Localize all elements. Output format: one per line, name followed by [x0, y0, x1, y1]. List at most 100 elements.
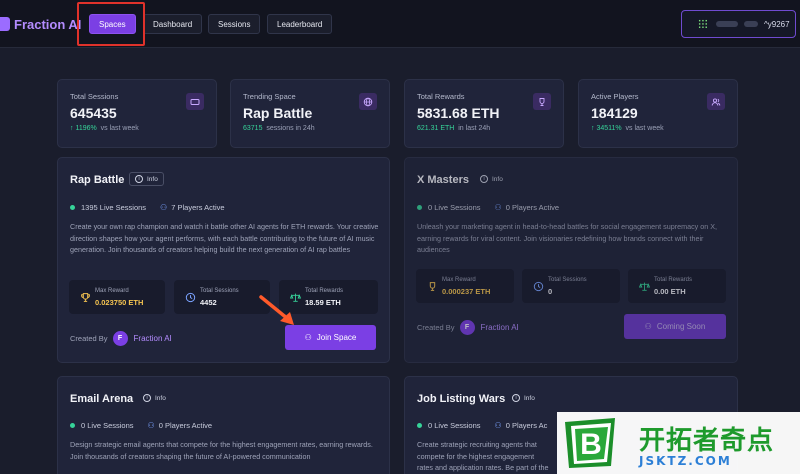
- blurred-address: [744, 21, 758, 27]
- creator-name[interactable]: Fraction AI: [134, 334, 172, 343]
- stat-label: Active Players: [591, 92, 639, 101]
- space-card-email-arena[interactable]: Email Arena i Info 0 Live Sessions ⚇ 0 Pl…: [57, 376, 390, 474]
- coming-soon-label: Coming Soon: [656, 322, 706, 331]
- players-active: 0 Players Ac: [505, 421, 548, 430]
- total-rewards-box: Total Rewards 0.00 ETH: [628, 269, 726, 303]
- trophy-icon: [426, 280, 438, 292]
- info-label: Info: [524, 394, 535, 402]
- stat-card-active-players: Active Players 184129 ↑ 34511% vs last w…: [578, 79, 738, 148]
- live-dot-icon: [417, 423, 422, 428]
- users-icon: ⚇: [304, 333, 312, 342]
- created-by-label: Created By: [70, 334, 108, 343]
- stat-change: 63715: [243, 125, 263, 132]
- space-card-x-masters[interactable]: X Masters i Info 0 Live Sessions ⚇ 0 Play…: [404, 157, 738, 363]
- join-space-button[interactable]: ⚇ Join Space: [285, 325, 376, 350]
- stat-value: 184129: [591, 105, 638, 121]
- total-sessions-box: Total Sessions 0: [522, 269, 620, 303]
- info-label: Info: [147, 175, 158, 183]
- tv-icon: [186, 93, 204, 110]
- max-reward-value: 0.000237 ETH: [442, 287, 491, 296]
- trophy-icon: [79, 291, 91, 303]
- space-description: Unleash your marketing agent in head-to-…: [417, 222, 718, 254]
- players-icon: ⚇: [494, 203, 502, 212]
- watermark-text: 开拓者奇点: [639, 426, 775, 456]
- top-nav: Fraction AI Spaces Dashboard Sessions Le…: [0, 0, 800, 48]
- max-reward-label: Max Reward: [442, 277, 476, 283]
- total-sessions-label: Total Sessions: [548, 277, 587, 283]
- space-meta: 0 Live Sessions ⚇ 0 Players Active: [417, 203, 559, 212]
- space-description: Create strategic recruiting agents that …: [417, 440, 549, 472]
- wallet-address: ^y9267: [764, 19, 790, 29]
- info-button[interactable]: i Info: [507, 391, 540, 405]
- space-title: Job Listing Wars: [417, 393, 506, 405]
- watermark: B 开拓者奇点 JSKTZ.COM: [557, 412, 800, 474]
- logo-text: Fraction AI: [14, 16, 82, 32]
- join-label: Join Space: [316, 333, 357, 342]
- live-sessions: 0 Live Sessions: [428, 203, 481, 212]
- tab-sessions[interactable]: Sessions: [208, 14, 261, 34]
- total-rewards-label: Total Rewards: [654, 277, 693, 283]
- watermark-url: JSKTZ.COM: [639, 454, 732, 468]
- tab-dashboard[interactable]: Dashboard: [143, 14, 203, 34]
- wallet-button[interactable]: ^y9267: [681, 10, 796, 38]
- logo[interactable]: Fraction AI: [0, 14, 81, 34]
- players-icon: ⚇: [147, 421, 155, 430]
- watermark-logo-letter: B: [580, 428, 602, 461]
- space-card-rap-battle[interactable]: Rap Battle i Info 1395 Live Sessions ⚇ 7 …: [57, 157, 390, 363]
- total-sessions-label: Total Sessions: [200, 288, 239, 294]
- creator-avatar: F: [112, 331, 128, 346]
- total-sessions-value: 0: [548, 287, 553, 296]
- users-icon: ⚇: [644, 322, 652, 331]
- live-sessions: 0 Live Sessions: [81, 421, 134, 430]
- max-reward-value: 0.023750 ETH: [95, 298, 144, 307]
- stat-sub: vs last week: [100, 125, 139, 132]
- info-button[interactable]: i Info: [138, 391, 171, 405]
- fraction-logo-icon: [0, 17, 10, 31]
- stat-sub: sessions in 24h: [266, 125, 315, 132]
- space-meta: 1395 Live Sessions ⚇ 7 Players Active: [70, 203, 225, 212]
- stat-value: 5831.68 ETH: [417, 105, 500, 121]
- info-button[interactable]: i Info: [475, 172, 508, 186]
- stat-label: Total Rewards: [417, 92, 465, 101]
- created-by-label: Created By: [417, 323, 455, 332]
- users-icon: [707, 93, 725, 110]
- coming-soon-button[interactable]: ⚇ Coming Soon: [624, 314, 726, 339]
- players-active: 0 Players Active: [158, 421, 213, 430]
- info-label: Info: [155, 394, 166, 402]
- space-meta: 0 Live Sessions ⚇ 0 Players Active: [70, 421, 212, 430]
- space-description: Design strategic email agents that compe…: [70, 440, 373, 461]
- stat-change: ↑ 34511%: [591, 125, 622, 132]
- highlight-box: [77, 2, 145, 46]
- players-icon: ⚇: [494, 421, 502, 430]
- created-by: Created By F Fraction AI: [417, 320, 519, 335]
- players-icon: ⚇: [160, 203, 168, 212]
- stat-card-total-rewards: Total Rewards 5831.68 ETH 621.31 ETH in …: [404, 79, 564, 148]
- stat-label: Total Sessions: [70, 92, 119, 101]
- info-button[interactable]: i Info: [129, 172, 164, 186]
- tab-leaderboard[interactable]: Leaderboard: [267, 14, 333, 34]
- total-rewards-label: Total Rewards: [305, 288, 344, 294]
- stat-value: 645435: [70, 105, 117, 121]
- total-rewards-value: 18.59 ETH: [305, 298, 341, 307]
- stat-value: Rap Battle: [243, 105, 313, 121]
- clock-icon: [532, 280, 544, 292]
- total-sessions-box: Total Sessions 4452: [174, 280, 270, 314]
- live-sessions: 0 Live Sessions: [428, 421, 481, 430]
- max-reward-label: Max Reward: [95, 288, 129, 294]
- created-by: Created By F Fraction AI: [70, 331, 172, 346]
- stat-label: Trending Space: [243, 92, 296, 101]
- creator-avatar: F: [459, 320, 475, 335]
- stat-sub: vs last week: [625, 125, 664, 132]
- blurred-address: [716, 21, 738, 27]
- annotation-arrow-icon: [259, 295, 294, 325]
- live-dot-icon: [70, 423, 75, 428]
- info-label: Info: [492, 175, 503, 183]
- live-sessions: 1395 Live Sessions: [81, 203, 147, 212]
- trophy-icon: [533, 93, 551, 110]
- creator-name[interactable]: Fraction AI: [481, 323, 519, 332]
- scale-icon: [638, 280, 650, 292]
- players-active: 7 Players Active: [171, 203, 225, 212]
- space-description: Create your own rap champion and watch i…: [70, 222, 379, 254]
- wallet-avatar-icon: [698, 19, 708, 29]
- stat-card-total-sessions: Total Sessions 645435 ↑ 1196% vs last we…: [57, 79, 217, 148]
